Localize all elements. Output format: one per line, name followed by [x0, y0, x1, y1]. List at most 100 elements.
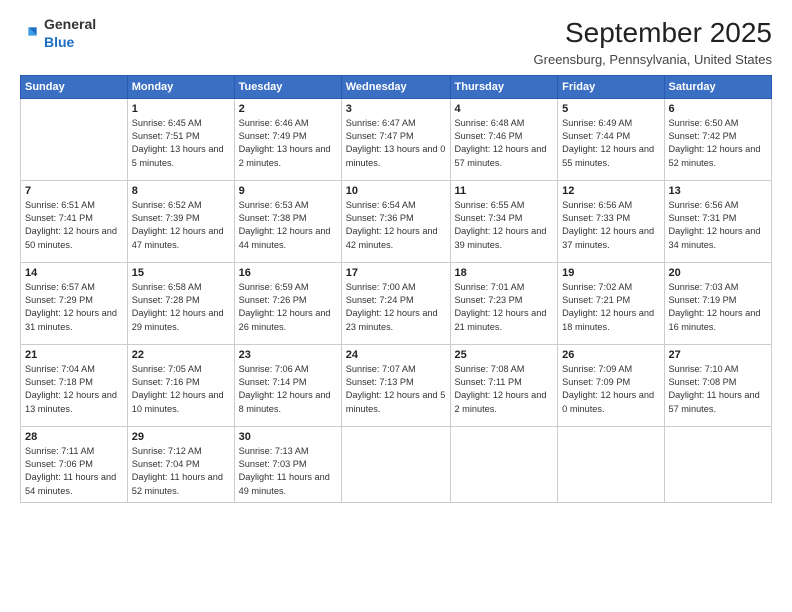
day-info: Sunrise: 6:51 AMSunset: 7:41 PMDaylight:…	[25, 199, 123, 252]
calendar-cell: 5 Sunrise: 6:49 AMSunset: 7:44 PMDaylight…	[558, 98, 664, 180]
day-info: Sunrise: 6:46 AMSunset: 7:49 PMDaylight:…	[239, 117, 337, 170]
day-info: Sunrise: 7:02 AMSunset: 7:21 PMDaylight:…	[562, 281, 659, 334]
day-number: 3	[346, 103, 446, 115]
day-number: 15	[132, 267, 230, 279]
day-number: 12	[562, 185, 659, 197]
day-number: 24	[346, 349, 446, 361]
location: Greensburg, Pennsylvania, United States	[534, 52, 772, 67]
day-info: Sunrise: 7:11 AMSunset: 7:06 PMDaylight:…	[25, 445, 123, 498]
weekday-header: Saturday	[664, 75, 772, 98]
logo-icon	[20, 24, 40, 44]
day-number: 1	[132, 103, 230, 115]
calendar-cell: 4 Sunrise: 6:48 AMSunset: 7:46 PMDaylight…	[450, 98, 558, 180]
weekday-header: Tuesday	[234, 75, 341, 98]
month-title: September 2025	[534, 16, 772, 50]
calendar-cell: 1 Sunrise: 6:45 AMSunset: 7:51 PMDaylight…	[127, 98, 234, 180]
day-number: 20	[669, 267, 768, 279]
day-info: Sunrise: 7:07 AMSunset: 7:13 PMDaylight:…	[346, 363, 446, 416]
day-number: 4	[455, 103, 554, 115]
calendar-cell: 9Sunrise: 6:53 AMSunset: 7:38 PMDaylight…	[234, 180, 341, 262]
day-info: Sunrise: 7:10 AMSunset: 7:08 PMDaylight:…	[669, 363, 768, 416]
day-info: Sunrise: 7:00 AMSunset: 7:24 PMDaylight:…	[346, 281, 446, 334]
day-number: 29	[132, 431, 230, 443]
calendar-week-row: 21 Sunrise: 7:04 AMSunset: 7:18 PMDayligh…	[21, 344, 772, 426]
day-info: Sunrise: 6:55 AMSunset: 7:34 PMDaylight:…	[455, 199, 554, 252]
calendar-cell: 28Sunrise: 7:11 AMSunset: 7:06 PMDayligh…	[21, 426, 128, 502]
day-number: 8	[132, 185, 230, 197]
calendar-cell: 8Sunrise: 6:52 AMSunset: 7:39 PMDaylight…	[127, 180, 234, 262]
calendar-cell: 20 Sunrise: 7:03 AMSunset: 7:19 PMDayligh…	[664, 262, 772, 344]
day-info: Sunrise: 6:56 AMSunset: 7:33 PMDaylight:…	[562, 199, 659, 252]
day-number: 27	[669, 349, 768, 361]
calendar-cell: 15 Sunrise: 6:58 AMSunset: 7:28 PMDayligh…	[127, 262, 234, 344]
day-number: 17	[346, 267, 446, 279]
weekday-header-row: SundayMondayTuesdayWednesdayThursdayFrid…	[21, 75, 772, 98]
day-info: Sunrise: 7:05 AMSunset: 7:16 PMDaylight:…	[132, 363, 230, 416]
calendar-cell: 2 Sunrise: 6:46 AMSunset: 7:49 PMDaylight…	[234, 98, 341, 180]
day-info: Sunrise: 7:12 AMSunset: 7:04 PMDaylight:…	[132, 445, 230, 498]
title-block: September 2025 Greensburg, Pennsylvania,…	[534, 16, 772, 67]
calendar-cell: 22 Sunrise: 7:05 AMSunset: 7:16 PMDayligh…	[127, 344, 234, 426]
day-number: 18	[455, 267, 554, 279]
logo-blue: Blue	[44, 34, 74, 50]
calendar-table: SundayMondayTuesdayWednesdayThursdayFrid…	[20, 75, 772, 503]
page: General Blue September 2025 Greensburg, …	[0, 0, 792, 612]
day-info: Sunrise: 6:45 AMSunset: 7:51 PMDaylight:…	[132, 117, 230, 170]
calendar-cell: 17 Sunrise: 7:00 AMSunset: 7:24 PMDayligh…	[341, 262, 450, 344]
weekday-header: Monday	[127, 75, 234, 98]
calendar-cell: 3 Sunrise: 6:47 AMSunset: 7:47 PMDaylight…	[341, 98, 450, 180]
day-number: 19	[562, 267, 659, 279]
day-info: Sunrise: 6:58 AMSunset: 7:28 PMDaylight:…	[132, 281, 230, 334]
weekday-header: Thursday	[450, 75, 558, 98]
calendar-week-row: 7Sunrise: 6:51 AMSunset: 7:41 PMDaylight…	[21, 180, 772, 262]
day-info: Sunrise: 6:59 AMSunset: 7:26 PMDaylight:…	[239, 281, 337, 334]
calendar-cell: 25 Sunrise: 7:08 AMSunset: 7:11 PMDayligh…	[450, 344, 558, 426]
day-info: Sunrise: 6:48 AMSunset: 7:46 PMDaylight:…	[455, 117, 554, 170]
day-info: Sunrise: 7:04 AMSunset: 7:18 PMDaylight:…	[25, 363, 123, 416]
day-number: 16	[239, 267, 337, 279]
day-info: Sunrise: 6:56 AMSunset: 7:31 PMDaylight:…	[669, 199, 768, 252]
calendar-cell: 11 Sunrise: 6:55 AMSunset: 7:34 PMDayligh…	[450, 180, 558, 262]
day-info: Sunrise: 7:09 AMSunset: 7:09 PMDaylight:…	[562, 363, 659, 416]
logo-general: General	[44, 16, 96, 32]
day-number: 2	[239, 103, 337, 115]
calendar-cell: 13 Sunrise: 6:56 AMSunset: 7:31 PMDayligh…	[664, 180, 772, 262]
header: General Blue September 2025 Greensburg, …	[20, 16, 772, 67]
weekday-header: Sunday	[21, 75, 128, 98]
day-number: 13	[669, 185, 768, 197]
day-number: 30	[239, 431, 337, 443]
day-number: 11	[455, 185, 554, 197]
calendar-cell	[450, 426, 558, 502]
day-number: 22	[132, 349, 230, 361]
weekday-header: Friday	[558, 75, 664, 98]
day-info: Sunrise: 7:03 AMSunset: 7:19 PMDaylight:…	[669, 281, 768, 334]
day-info: Sunrise: 6:54 AMSunset: 7:36 PMDaylight:…	[346, 199, 446, 252]
weekday-header: Wednesday	[341, 75, 450, 98]
calendar-cell: 7Sunrise: 6:51 AMSunset: 7:41 PMDaylight…	[21, 180, 128, 262]
logo-text: General Blue	[44, 16, 96, 52]
day-number: 25	[455, 349, 554, 361]
day-info: Sunrise: 7:08 AMSunset: 7:11 PMDaylight:…	[455, 363, 554, 416]
calendar-cell: 24 Sunrise: 7:07 AMSunset: 7:13 PMDayligh…	[341, 344, 450, 426]
logo: General Blue	[20, 16, 96, 52]
day-info: Sunrise: 6:49 AMSunset: 7:44 PMDaylight:…	[562, 117, 659, 170]
day-number: 21	[25, 349, 123, 361]
day-number: 9	[239, 185, 337, 197]
day-number: 6	[669, 103, 768, 115]
calendar-cell: 23Sunrise: 7:06 AMSunset: 7:14 PMDayligh…	[234, 344, 341, 426]
calendar-week-row: 1 Sunrise: 6:45 AMSunset: 7:51 PMDaylight…	[21, 98, 772, 180]
calendar-cell: 19 Sunrise: 7:02 AMSunset: 7:21 PMDayligh…	[558, 262, 664, 344]
calendar-cell: 26Sunrise: 7:09 AMSunset: 7:09 PMDayligh…	[558, 344, 664, 426]
day-info: Sunrise: 7:13 AMSunset: 7:03 PMDaylight:…	[239, 445, 337, 498]
calendar-cell: 14Sunrise: 6:57 AMSunset: 7:29 PMDayligh…	[21, 262, 128, 344]
day-number: 5	[562, 103, 659, 115]
day-number: 14	[25, 267, 123, 279]
calendar-cell	[664, 426, 772, 502]
calendar-cell: 12 Sunrise: 6:56 AMSunset: 7:33 PMDayligh…	[558, 180, 664, 262]
day-number: 10	[346, 185, 446, 197]
calendar-cell: 16 Sunrise: 6:59 AMSunset: 7:26 PMDayligh…	[234, 262, 341, 344]
day-info: Sunrise: 7:06 AMSunset: 7:14 PMDaylight:…	[239, 363, 337, 416]
day-info: Sunrise: 7:01 AMSunset: 7:23 PMDaylight:…	[455, 281, 554, 334]
calendar-cell: 27 Sunrise: 7:10 AMSunset: 7:08 PMDayligh…	[664, 344, 772, 426]
day-info: Sunrise: 6:47 AMSunset: 7:47 PMDaylight:…	[346, 117, 446, 170]
